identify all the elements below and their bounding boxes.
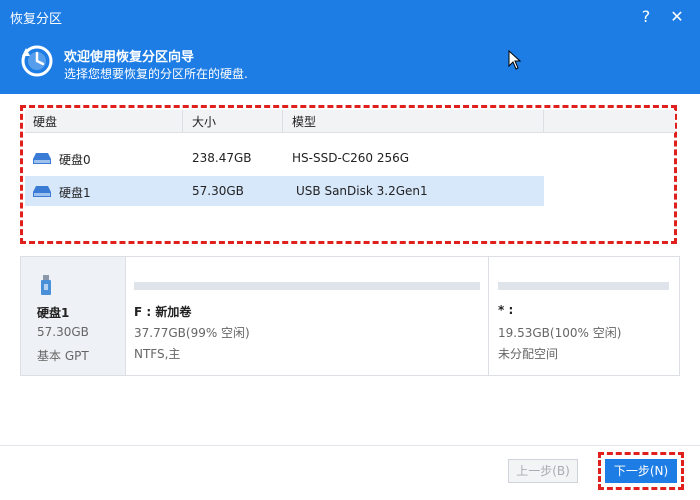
- partition-divider: [488, 257, 489, 375]
- column-header-size[interactable]: 大小: [192, 113, 216, 130]
- disk-name: 硬盘1: [59, 186, 91, 200]
- disk-detail-size: 57.30GB: [37, 325, 89, 339]
- disk-table: 硬盘 大小 模型 硬盘0 238.47GB HS-SSD-C260 256G 硬…: [20, 105, 677, 244]
- column-divider: [282, 110, 283, 132]
- disk-name: 硬盘0: [59, 153, 91, 167]
- wizard-header: 欢迎使用恢复分区向导 选择您想要恢复的分区所在的硬盘.: [0, 34, 700, 94]
- partition-name: F : 新加卷: [134, 305, 192, 319]
- disk-row-1[interactable]: 硬盘1 57.30GB USB SanDisk 3.2Gen1: [25, 176, 544, 206]
- column-divider: [543, 110, 544, 132]
- next-button-highlight: 下一步(N): [598, 452, 684, 490]
- partition-filesystem: NTFS,主: [134, 347, 181, 361]
- restore-icon: [21, 45, 53, 77]
- disk-detail-type: 基本 GPT: [37, 349, 89, 363]
- footer-divider: [0, 445, 700, 446]
- disk-size: 238.47GB: [192, 151, 252, 165]
- partition-size: 19.53GB(100% 空闲): [498, 326, 622, 340]
- disk-detail-panel: 硬盘1 57.30GB 基本 GPT F : 新加卷 37.77GB(99% 空…: [20, 256, 680, 376]
- header-subtitle: 选择您想要恢复的分区所在的硬盘.: [64, 67, 248, 81]
- disk-size: 57.30GB: [192, 184, 244, 198]
- partition-block[interactable]: F : 新加卷 37.77GB(99% 空闲) NTFS,主: [126, 257, 488, 375]
- header-title: 欢迎使用恢复分区向导: [64, 50, 195, 65]
- partition-usage-bar: [498, 282, 669, 290]
- hard-disk-icon: [33, 153, 51, 164]
- column-divider: [182, 110, 183, 132]
- hard-disk-icon: [33, 186, 51, 197]
- next-button[interactable]: 下一步(N): [605, 459, 677, 483]
- partition-name: * :: [498, 303, 514, 317]
- disk-row-0[interactable]: 硬盘0 238.47GB HS-SSD-C260 256G: [25, 143, 544, 173]
- title-bar: 恢复分区 ? ✕: [0, 0, 700, 34]
- partition-block[interactable]: * : 19.53GB(100% 空闲) 未分配空间: [490, 257, 679, 375]
- partition-filesystem: 未分配空间: [498, 347, 559, 361]
- window-title: 恢复分区: [10, 12, 63, 27]
- partition-usage-bar: [134, 282, 480, 290]
- help-button[interactable]: ?: [635, 6, 657, 28]
- mouse-cursor-icon: [508, 50, 522, 70]
- disk-detail-name: 硬盘1: [37, 306, 70, 320]
- disk-model: HS-SSD-C260 256G: [292, 151, 410, 165]
- usb-drive-icon: [41, 275, 51, 295]
- partition-size: 37.77GB(99% 空闲): [134, 326, 250, 340]
- column-header-model[interactable]: 模型: [292, 113, 316, 130]
- disk-model: USB SanDisk 3.2Gen1: [296, 184, 428, 198]
- disk-table-header: 硬盘 大小 模型: [25, 110, 675, 133]
- disk-summary[interactable]: 硬盘1 57.30GB 基本 GPT: [21, 257, 126, 375]
- previous-button[interactable]: 上一步(B): [508, 459, 578, 483]
- column-header-disk[interactable]: 硬盘: [33, 113, 57, 130]
- close-button[interactable]: ✕: [666, 6, 688, 28]
